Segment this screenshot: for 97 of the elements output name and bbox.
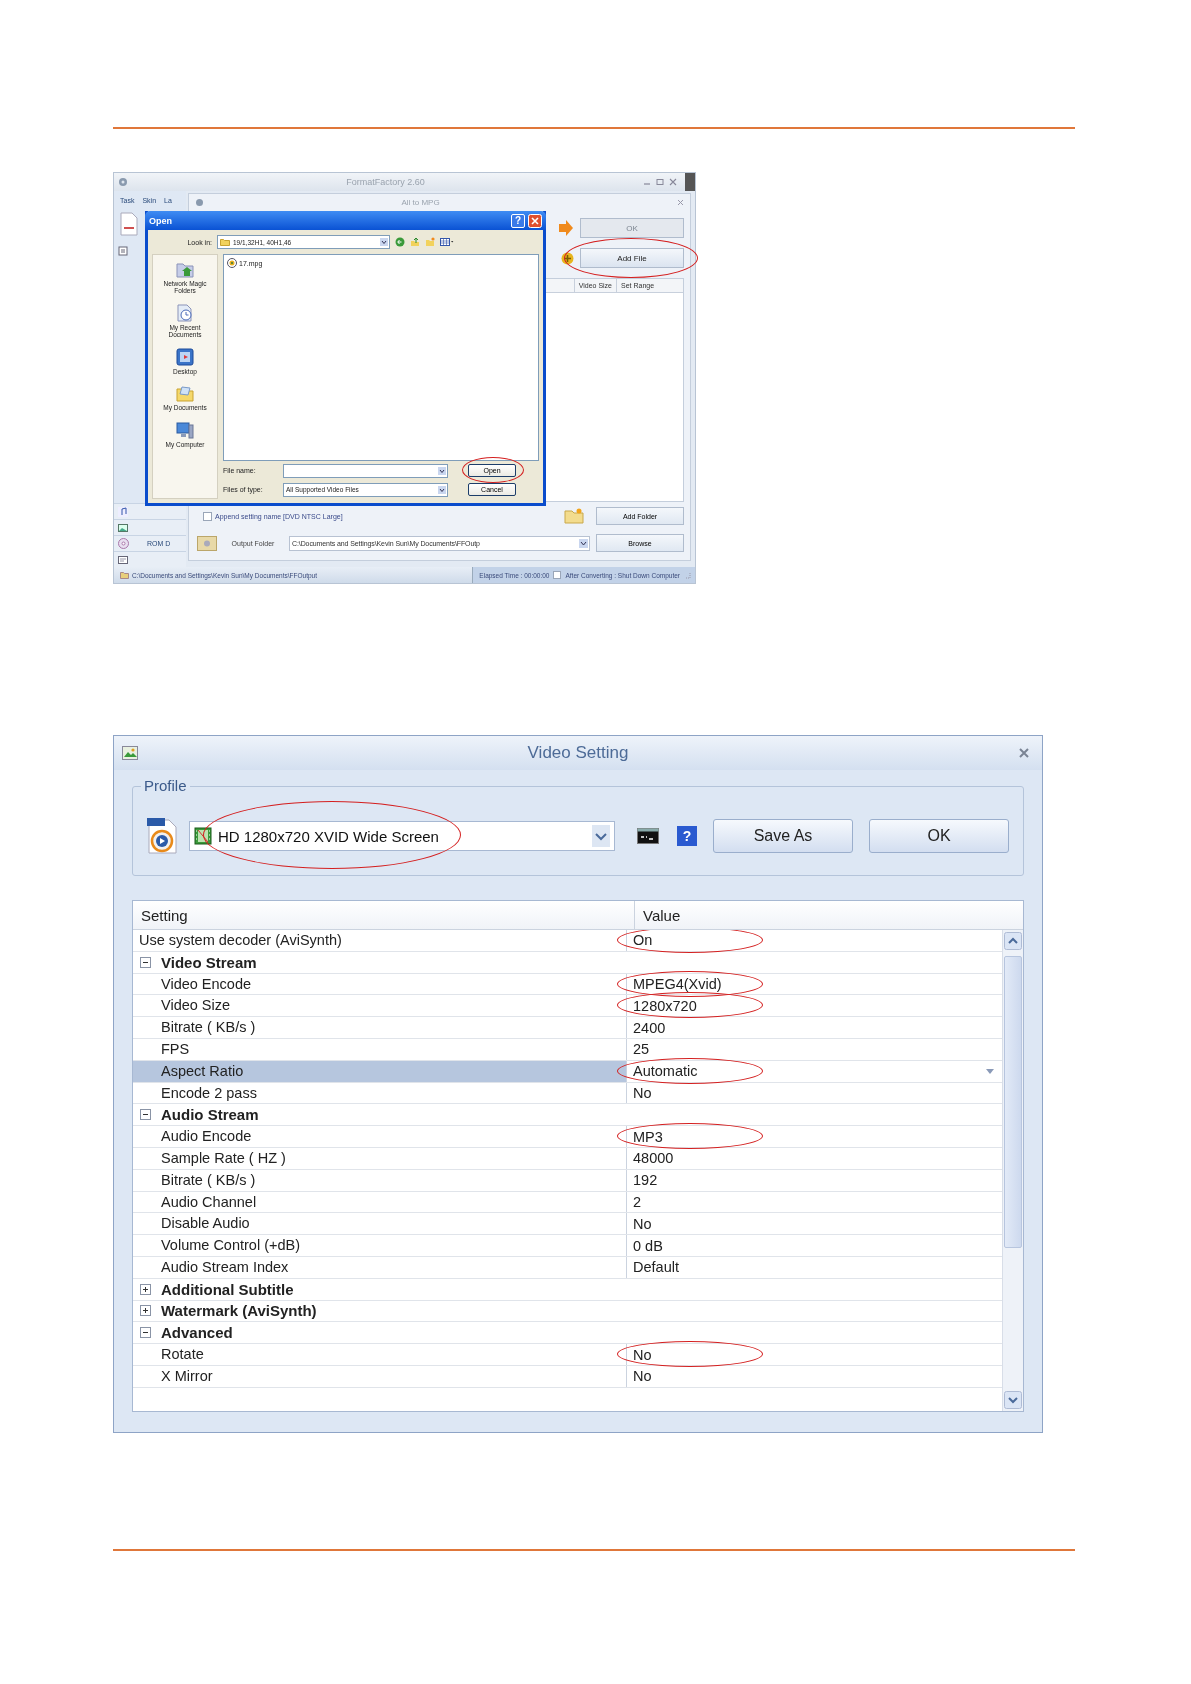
group-label[interactable]: Additional Subtitle xyxy=(161,1280,294,1298)
save-as-button[interactable]: Save As xyxy=(713,819,853,853)
expand-icon[interactable] xyxy=(140,1283,151,1295)
profile-dropdown[interactable]: HD 1280x720 XVID Wide Screen xyxy=(189,821,615,851)
setting-name[interactable]: Sample Rate ( HZ ) xyxy=(133,1147,627,1169)
column-header[interactable]: Value xyxy=(635,901,681,929)
window-title: Video Setting xyxy=(526,743,630,763)
group-label: Profile xyxy=(141,777,190,794)
setting-value[interactable]: No xyxy=(633,1215,1002,1232)
arrow-icon xyxy=(558,219,574,237)
setting-name[interactable]: Video Encode xyxy=(133,973,627,995)
dropdown-arrow-icon[interactable] xyxy=(438,485,446,494)
setting-name[interactable]: Encode 2 pass xyxy=(133,1082,627,1104)
setting-name[interactable]: Audio Stream Index xyxy=(133,1256,627,1278)
up-folder-icon[interactable] xyxy=(410,237,420,247)
dialog-title: Open xyxy=(149,215,173,226)
column-header[interactable]: Setting xyxy=(133,901,635,929)
command-prompt-icon[interactable] xyxy=(637,828,659,844)
collapse-icon[interactable] xyxy=(140,1109,151,1121)
window-title: FormatFactory 2.60 xyxy=(345,177,426,187)
checkbox[interactable] xyxy=(553,571,562,579)
close-icon[interactable] xyxy=(1018,747,1030,759)
back-icon[interactable] xyxy=(395,237,405,247)
setting-value[interactable]: MPEG4(Xvid) xyxy=(633,976,1002,992)
expand-icon[interactable] xyxy=(140,1305,151,1317)
setting-value[interactable]: 1280x720 xyxy=(633,997,1002,1014)
new-folder-icon[interactable] xyxy=(425,237,435,247)
document-icon[interactable] xyxy=(118,554,128,565)
setting-value[interactable]: 192 xyxy=(633,1172,1002,1189)
document-icon[interactable] xyxy=(120,212,138,236)
setting-name[interactable]: Bitrate ( KB/s ) xyxy=(133,1017,627,1038)
setting-name[interactable]: Bitrate ( KB/s ) xyxy=(133,1169,627,1191)
app-icon xyxy=(122,746,138,760)
panel-title: All to MPG xyxy=(400,197,441,207)
desktop-icon[interactable] xyxy=(175,346,195,367)
group-label[interactable]: Video Stream xyxy=(161,953,257,971)
help-button[interactable]: ? xyxy=(677,826,697,846)
setting-value[interactable]: Automatic xyxy=(633,1063,986,1080)
setting-value[interactable]: 48000 xyxy=(633,1150,1002,1167)
list-icon[interactable] xyxy=(118,246,128,256)
setting-name[interactable]: Audio Channel xyxy=(133,1191,627,1213)
scroll-down-icon[interactable] xyxy=(1004,1391,1022,1409)
folder-icon xyxy=(220,238,230,246)
help-button[interactable]: ? xyxy=(511,213,525,228)
file-name-field[interactable] xyxy=(283,463,448,478)
setting-name[interactable]: Disable Audio xyxy=(133,1213,627,1235)
setting-value[interactable]: No xyxy=(633,1084,1002,1101)
close-icon[interactable] xyxy=(677,198,684,206)
app-icon xyxy=(118,177,128,187)
setting-name[interactable]: Use system decoder (AviSynth) xyxy=(133,930,627,951)
setting-value[interactable]: 0 dB xyxy=(633,1237,1002,1254)
setting-name[interactable]: Rotate xyxy=(133,1344,627,1365)
group-label[interactable]: Watermark (AviSynth) xyxy=(161,1302,317,1320)
music-icon[interactable] xyxy=(118,506,128,517)
group-label[interactable]: Advanced xyxy=(161,1324,233,1342)
setting-value[interactable]: 2 xyxy=(633,1193,1002,1210)
close-icon[interactable] xyxy=(669,178,677,186)
setting-value[interactable]: 25 xyxy=(633,1041,1002,1058)
disc-icon[interactable] xyxy=(118,538,129,549)
folder-button-icon[interactable] xyxy=(197,535,217,551)
scrollbar-thumb[interactable] xyxy=(1004,956,1022,1248)
dropdown-arrow-icon[interactable] xyxy=(579,538,588,548)
dropdown-arrow-icon[interactable] xyxy=(438,466,446,475)
setting-value[interactable]: 2400 xyxy=(633,1019,1002,1036)
film-icon xyxy=(194,827,212,845)
setting-name[interactable]: Video Size xyxy=(133,995,627,1017)
setting-value[interactable]: No xyxy=(633,1346,1002,1363)
ok-button[interactable]: OK xyxy=(869,819,1009,853)
collapse-icon[interactable] xyxy=(140,1327,151,1339)
setting-value[interactable]: On xyxy=(633,932,1002,949)
app-icon xyxy=(195,197,204,207)
recent-documents-icon[interactable] xyxy=(175,302,195,323)
setting-name[interactable]: X Mirror xyxy=(133,1365,627,1387)
group-label[interactable]: Audio Stream xyxy=(161,1106,259,1124)
setting-name[interactable]: Volume Control (+dB) xyxy=(133,1235,627,1256)
scroll-up-icon[interactable] xyxy=(1004,932,1022,950)
setting-name[interactable]: Audio Encode xyxy=(133,1126,627,1147)
dropdown-arrow-icon[interactable] xyxy=(380,238,388,246)
maximize-icon[interactable] xyxy=(656,178,664,186)
video-file-icon[interactable] xyxy=(227,258,237,268)
collapse-icon[interactable] xyxy=(140,956,151,968)
folder-icon[interactable] xyxy=(175,383,195,404)
setting-value[interactable]: No xyxy=(633,1368,1002,1385)
setting-name[interactable]: Aspect Ratio xyxy=(133,1060,627,1082)
setting-value[interactable]: MP3 xyxy=(633,1128,1002,1145)
image-icon[interactable] xyxy=(118,522,128,533)
view-menu-icon[interactable] xyxy=(440,237,454,247)
add-file-button[interactable]: Add File xyxy=(580,248,684,268)
setting-value[interactable]: Default xyxy=(633,1259,1002,1276)
folder-icon xyxy=(120,571,129,579)
background-strip xyxy=(685,173,695,191)
resize-grip-icon[interactable] xyxy=(684,571,691,579)
add-icon xyxy=(561,251,574,265)
checkbox[interactable] xyxy=(203,511,212,521)
computer-icon[interactable] xyxy=(175,419,195,440)
video-file-icon xyxy=(145,817,179,855)
setting-name[interactable]: FPS xyxy=(133,1039,627,1060)
